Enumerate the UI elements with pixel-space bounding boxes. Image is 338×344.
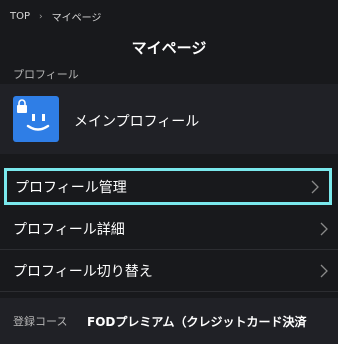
breadcrumb: TOP › マイページ xyxy=(10,9,101,24)
my-page: TOP › マイページ マイページ プロフィール メインプロフィール プロフィー… xyxy=(0,0,338,344)
breadcrumb-separator-icon: › xyxy=(39,11,43,22)
breadcrumb-top-link[interactable]: TOP xyxy=(10,11,30,22)
profile-name: メインプロフィール xyxy=(74,114,200,130)
menu-item-label: プロフィール管理 xyxy=(15,179,127,196)
menu-item-profile-management[interactable]: プロフィール管理 xyxy=(4,168,332,205)
menu-item-label: プロフィール切り替え xyxy=(13,263,153,280)
profile-section-label: プロフィール xyxy=(13,68,79,81)
chevron-right-icon xyxy=(320,264,328,277)
smiley-avatar-icon xyxy=(17,99,50,131)
page-title: マイページ xyxy=(131,39,207,57)
course-label: 登録コース xyxy=(13,315,68,328)
profile-card[interactable]: メインプロフィール xyxy=(0,84,338,154)
registered-course: 登録コース FODプレミアム（クレジットカード決済 xyxy=(0,298,338,344)
avatar[interactable] xyxy=(13,96,59,142)
menu-item-label: プロフィール詳細 xyxy=(13,221,125,238)
menu-item-profile-switch[interactable]: プロフィール切り替え xyxy=(0,250,338,292)
breadcrumb-current: マイページ xyxy=(51,13,102,24)
course-value: FODプレミアム（クレジットカード決済 xyxy=(87,314,307,329)
menu-item-profile-details[interactable]: プロフィール詳細 xyxy=(0,208,338,250)
chevron-right-icon xyxy=(320,222,328,235)
chevron-right-icon xyxy=(311,180,319,193)
lock-icon xyxy=(17,99,27,113)
